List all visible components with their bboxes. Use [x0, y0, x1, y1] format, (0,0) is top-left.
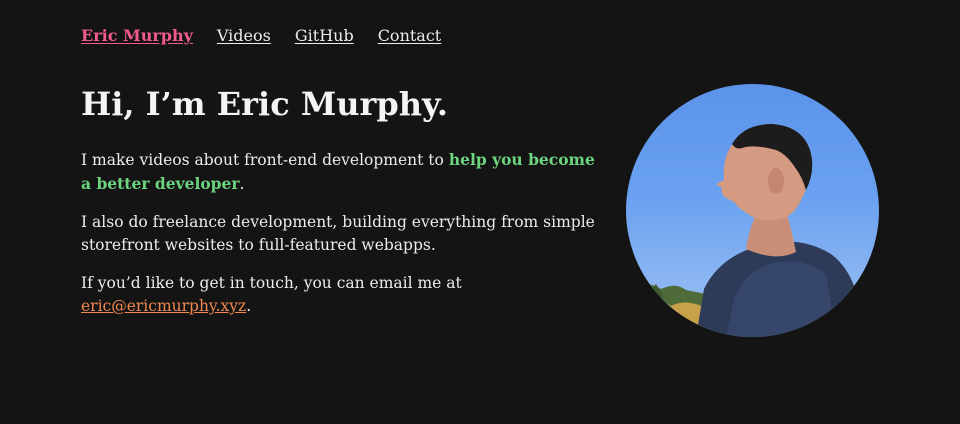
intro-p3-end: .: [246, 297, 252, 315]
intro-paragraph-1: I make videos about front-end developmen…: [81, 148, 601, 196]
email-link[interactable]: eric@ericmurphy.xyz: [81, 297, 246, 315]
intro-p1-text: I make videos about front-end developmen…: [81, 151, 449, 169]
nav-videos-link[interactable]: Videos: [217, 26, 271, 46]
intro-paragraph-3: If you’d like to get in touch, you can e…: [81, 272, 601, 318]
intro-p3-text: If you’d like to get in touch, you can e…: [81, 274, 462, 292]
profile-photo: [626, 84, 879, 337]
intro-p1-end: .: [239, 175, 245, 193]
main-nav: Eric Murphy Videos GitHub Contact: [81, 26, 441, 46]
page-heading: Hi, I’m Eric Murphy.: [81, 85, 449, 123]
intro-text: I make videos about front-end developmen…: [81, 148, 601, 333]
nav-contact-link[interactable]: Contact: [378, 26, 442, 46]
nav-github-link[interactable]: GitHub: [295, 26, 354, 46]
brand-link[interactable]: Eric Murphy: [81, 26, 193, 46]
profile-photo-illustration: [626, 124, 864, 337]
intro-paragraph-2: I also do freelance development, buildin…: [81, 213, 595, 254]
